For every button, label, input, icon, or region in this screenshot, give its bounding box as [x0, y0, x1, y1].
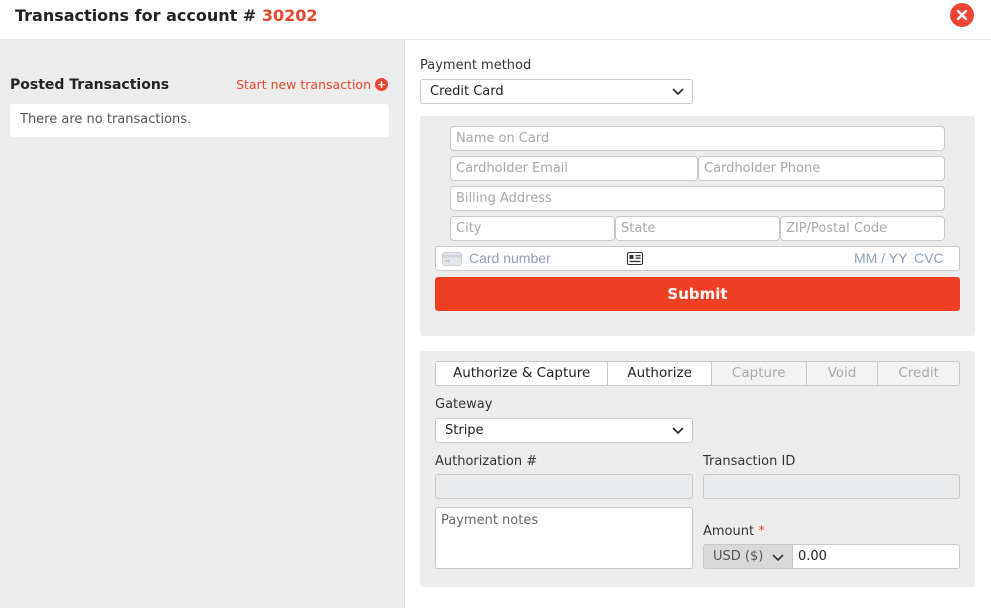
empty-transactions-message: There are no transactions. [10, 104, 389, 137]
card-number-placeholder: Card number [469, 250, 551, 266]
zip-input[interactable]: ZIP/Postal Code [780, 216, 945, 241]
card-icon [442, 252, 462, 266]
payment-method-label: Payment method [420, 58, 532, 73]
tab-authorize-capture[interactable]: Authorize & Capture [436, 362, 609, 385]
posted-transactions-heading: Posted Transactions [10, 77, 170, 93]
transaction-id-field [703, 474, 960, 499]
city-input[interactable]: City [450, 216, 615, 241]
gateway-value: Stripe [445, 423, 484, 438]
gateway-select[interactable]: Stripe [435, 418, 693, 443]
transaction-type-tabs: Authorize & Capture Authorize Capture Vo… [435, 361, 960, 386]
billing-address-input[interactable]: Billing Address [450, 186, 945, 211]
amount-label-text: Amount [703, 524, 755, 539]
transaction-id-label: Transaction ID [703, 454, 796, 469]
submit-button[interactable]: Submit [435, 277, 960, 311]
account-number: 30202 [261, 6, 318, 25]
required-asterisk: * [758, 524, 765, 539]
start-new-transaction-label: Start new transaction [236, 77, 371, 92]
cardholder-phone-input[interactable]: Cardholder Phone [698, 156, 945, 181]
expiry-placeholder[interactable]: MM / YY [854, 250, 907, 266]
cardholder-email-input[interactable]: Cardholder Email [450, 156, 698, 181]
chevron-down-icon [672, 88, 684, 96]
title-prefix: Transactions for account # [15, 6, 257, 25]
chevron-down-icon [672, 427, 684, 435]
payment-method-select[interactable]: Credit Card [420, 79, 693, 104]
cvc-placeholder[interactable]: CVC [914, 250, 944, 266]
posted-transactions-panel: Posted Transactions Start new transactio… [0, 40, 405, 608]
tab-capture[interactable]: Capture [711, 362, 807, 385]
payment-notes-input[interactable]: Payment notes [435, 507, 693, 569]
modal-header: Transactions for account # 30202 [0, 0, 991, 40]
id-card-icon [627, 252, 643, 265]
start-new-transaction-link[interactable]: Start new transaction + [236, 77, 388, 92]
currency-select[interactable]: USD ($) [703, 544, 793, 569]
authorization-number-label: Authorization # [435, 454, 538, 469]
authorization-number-field [435, 474, 693, 499]
page-title: Transactions for account # 30202 [15, 6, 317, 25]
tab-void[interactable]: Void [806, 362, 879, 385]
state-input[interactable]: State [615, 216, 780, 241]
gateway-label: Gateway [435, 397, 493, 412]
tab-authorize[interactable]: Authorize [608, 362, 712, 385]
name-on-card-input[interactable]: Name on Card [450, 126, 945, 151]
amount-label: Amount * [703, 524, 765, 539]
tab-credit[interactable]: Credit [878, 362, 959, 385]
amount-input[interactable]: 0.00 [792, 544, 960, 569]
chevron-down-icon [772, 554, 784, 562]
card-entry-field[interactable]: Card number MM / YY CVC [435, 246, 960, 271]
plus-circle-icon: + [375, 78, 388, 91]
close-button[interactable] [950, 3, 974, 27]
payment-method-value: Credit Card [430, 84, 504, 99]
currency-value: USD ($) [713, 549, 764, 564]
close-icon [956, 9, 968, 21]
